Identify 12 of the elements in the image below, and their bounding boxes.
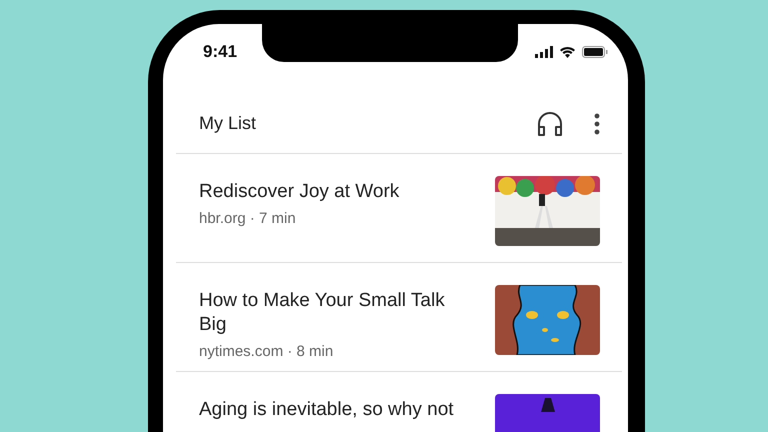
article-title[interactable]: Aging is inevitable, so why not [199, 398, 475, 422]
wifi-icon [559, 46, 576, 58]
list-title: My List [199, 113, 258, 134]
article-title[interactable]: Rediscover Joy at Work [199, 180, 475, 204]
signal-icon [535, 46, 553, 58]
article-source: nytimes.com · 8 min [199, 343, 334, 360]
article-source: hbr.org · 7 min [199, 210, 297, 227]
article-title[interactable]: How to Make Your Small Talk Big [199, 289, 475, 337]
status-time: 9:41 [203, 42, 238, 62]
headphones-icon[interactable] [536, 110, 564, 138]
battery-icon [582, 46, 608, 58]
more-options-icon[interactable] [594, 112, 600, 134]
